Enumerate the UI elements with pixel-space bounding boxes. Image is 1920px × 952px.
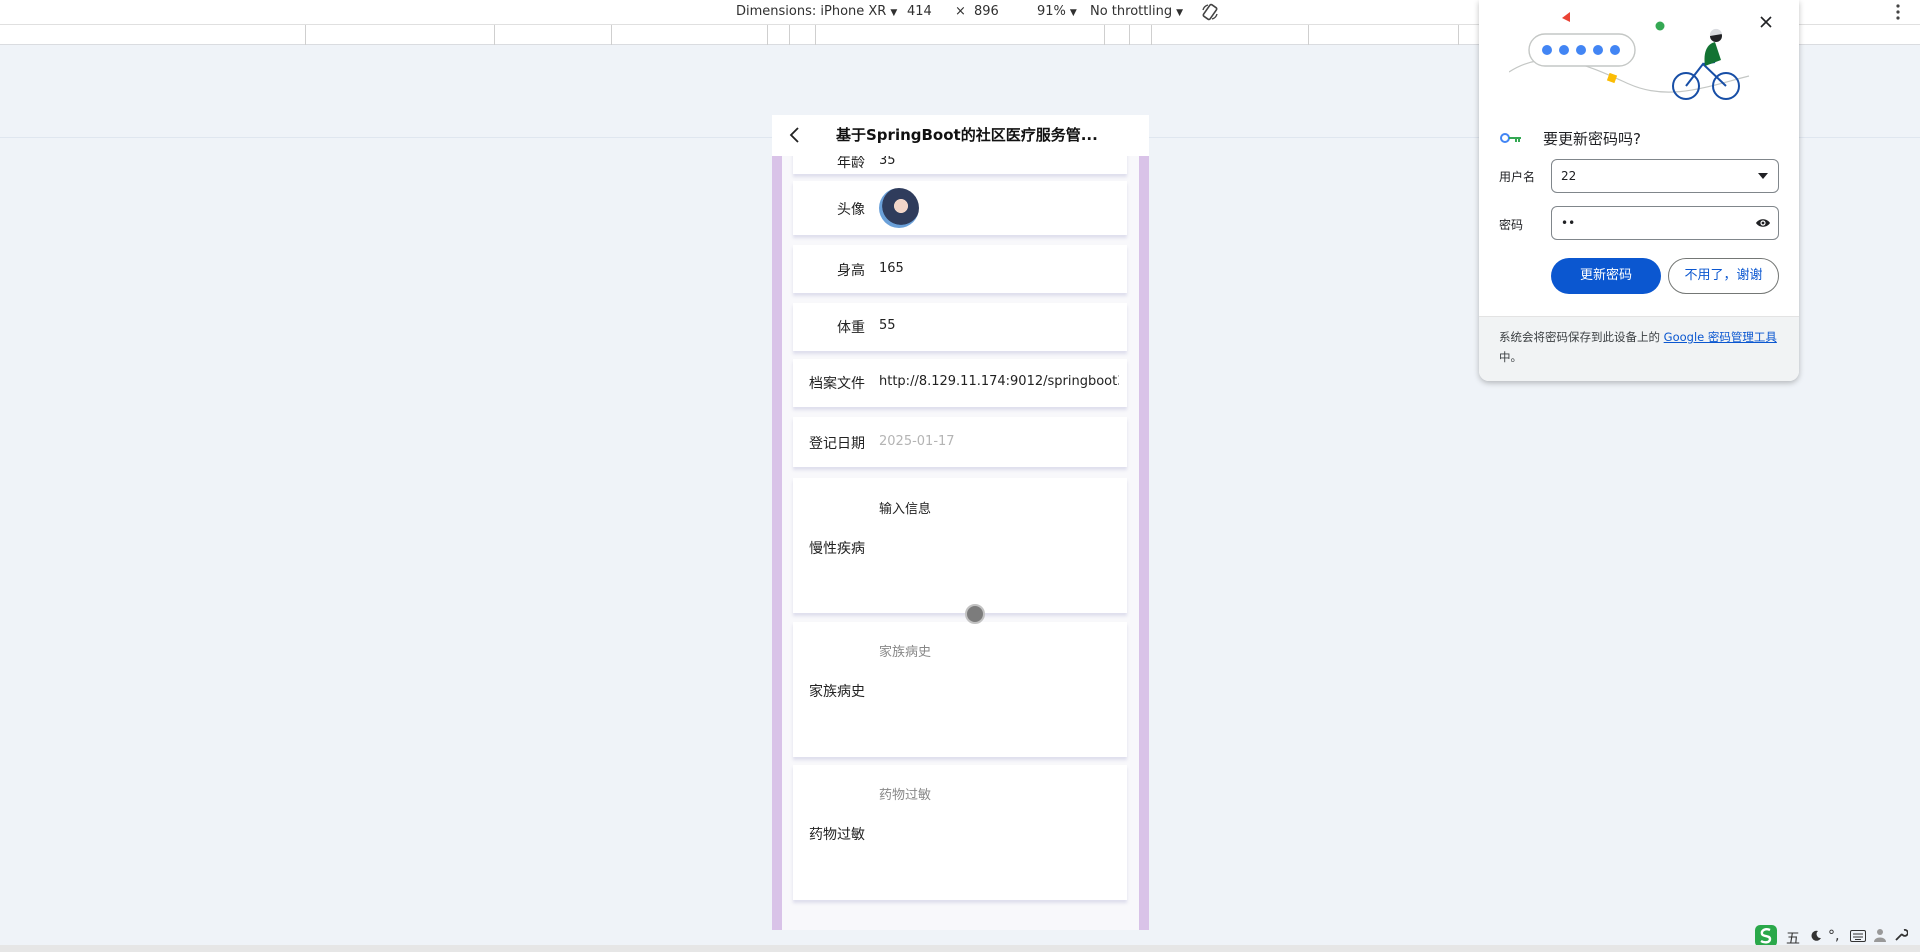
zoom-select[interactable]: 91% ▼ (1037, 4, 1077, 21)
device-select[interactable]: Dimensions: iPhone XR ▼ (736, 4, 897, 21)
row-label: 体重 (837, 320, 865, 336)
username-value: 22 (1561, 169, 1577, 183)
bottom-edge (0, 945, 1920, 952)
throttling-select[interactable]: No throttling ▼ (1090, 4, 1183, 21)
dialog-title: 要更新密码吗? (1543, 130, 1641, 148)
username-select[interactable]: 22 (1551, 159, 1779, 193)
dropdown-arrow-icon (1758, 173, 1768, 179)
settings-wrench-icon[interactable] (1894, 928, 1908, 942)
mobile-header: 基于SpringBoot的社区医疗服务管... (772, 115, 1149, 156)
rotate-icon[interactable] (1200, 2, 1220, 22)
chevron-down-icon: ▼ (1176, 8, 1183, 18)
row-label: 家族病史 (809, 684, 865, 700)
form-row-family-history: 家族病史 家族病史 (793, 622, 1127, 757)
register-date-field[interactable]: 2025-01-17 (879, 434, 1119, 449)
media-query-marker[interactable] (494, 25, 495, 45)
username-label: 用户名 (1499, 170, 1536, 184)
dialog-footer: 系统会将密码保存到此设备上的 Google 密码管理工具中。 (1479, 316, 1799, 381)
no-thanks-button[interactable]: 不用了，谢谢 (1668, 258, 1779, 294)
keyboard-icon[interactable] (1850, 930, 1866, 942)
footer-text: 系统会将密码保存到此设备上的 Google 密码管理工具中。 (1499, 327, 1787, 367)
form-content[interactable]: 年龄 35 头像 身高 165 体重 55 档案文件 http://8.129.… (782, 156, 1139, 930)
password-illustration (1509, 12, 1750, 100)
age-field[interactable]: 35 (879, 156, 1119, 168)
row-label: 登记日期 (809, 436, 865, 452)
form-row-weight: 体重 55 (793, 303, 1127, 351)
device-select-label: Dimensions: iPhone XR (736, 4, 887, 19)
form-row-age: 年龄 35 (793, 156, 1127, 174)
eye-icon[interactable] (1755, 216, 1771, 230)
media-query-marker[interactable] (1308, 25, 1309, 45)
moon-icon[interactable] (1810, 930, 1822, 942)
avatar[interactable] (879, 188, 919, 228)
media-query-marker[interactable] (305, 25, 306, 45)
footer-suffix: 中。 (1499, 350, 1522, 364)
height-field[interactable]: 165 (879, 261, 1119, 276)
back-arrow-icon[interactable] (786, 126, 804, 144)
media-query-marker[interactable] (767, 25, 768, 45)
family-history-textarea[interactable]: 家族病史 (879, 641, 1119, 660)
password-label: 密码 (1499, 218, 1524, 232)
password-manager-link[interactable]: Google 密码管理工具 (1664, 330, 1777, 344)
media-query-marker[interactable] (815, 25, 816, 45)
form-row-avatar: 头像 (793, 181, 1127, 235)
media-query-marker[interactable] (1104, 25, 1105, 45)
media-query-marker[interactable] (789, 25, 790, 45)
form-row-chronic-disease: 慢性疾病 输入信息 (793, 478, 1127, 613)
more-options-icon[interactable] (1894, 3, 1902, 21)
punctuation-indicator[interactable]: °, (1828, 928, 1839, 944)
weight-field[interactable]: 55 (879, 318, 1119, 333)
chevron-down-icon: ▼ (1069, 8, 1077, 18)
chronic-disease-textarea[interactable]: 输入信息 (879, 498, 1119, 517)
media-query-marker[interactable] (1151, 25, 1152, 45)
width-input[interactable]: 414 (907, 4, 932, 20)
form-row-register-date: 登记日期 2025-01-17 (793, 417, 1127, 467)
password-key-icon (1500, 133, 1521, 143)
row-label: 慢性疾病 (809, 541, 865, 557)
media-query-marker[interactable] (1458, 25, 1459, 45)
password-value: •• (1561, 216, 1576, 230)
throttling-label: No throttling (1090, 4, 1173, 19)
row-label: 头像 (837, 202, 865, 218)
zoom-label: 91% (1037, 4, 1066, 19)
update-password-button[interactable]: 更新密码 (1551, 258, 1661, 294)
touch-cursor-indicator (965, 604, 985, 624)
form-row-archive-file: 档案文件 http://8.129.11.174:9012/springboot… (793, 359, 1127, 407)
row-label: 档案文件 (809, 376, 865, 392)
row-label: 年龄 (837, 156, 865, 171)
page-title: 基于SpringBoot的社区医疗服务管... (836, 126, 1098, 144)
form-row-height: 身高 165 (793, 245, 1127, 293)
row-label: 药物过敏 (809, 827, 865, 843)
row-label: 身高 (837, 263, 865, 279)
height-input[interactable]: 896 (974, 4, 999, 20)
media-query-marker[interactable] (1129, 25, 1130, 45)
archive-file-field[interactable]: http://8.129.11.174:9012/springboot3k9 (879, 374, 1119, 389)
mobile-viewport: 基于SpringBoot的社区医疗服务管... 年龄 35 头像 身高 165 … (772, 115, 1149, 930)
footer-description: 系统会将密码保存到此设备上的 (1499, 330, 1664, 344)
update-password-dialog: 要更新密码吗? 用户名 22 密码 •• 更新密码 不用了，谢谢 系统会将密码保… (1479, 0, 1799, 381)
media-query-marker[interactable] (611, 25, 612, 45)
close-icon[interactable] (1758, 14, 1774, 30)
form-row-drug-allergy: 药物过敏 药物过敏 (793, 765, 1127, 900)
dimension-separator: × (955, 4, 966, 19)
drug-allergy-textarea[interactable]: 药物过敏 (879, 784, 1119, 803)
password-field[interactable]: •• (1551, 206, 1779, 240)
chevron-down-icon: ▼ (890, 8, 898, 18)
user-icon[interactable] (1874, 928, 1886, 942)
